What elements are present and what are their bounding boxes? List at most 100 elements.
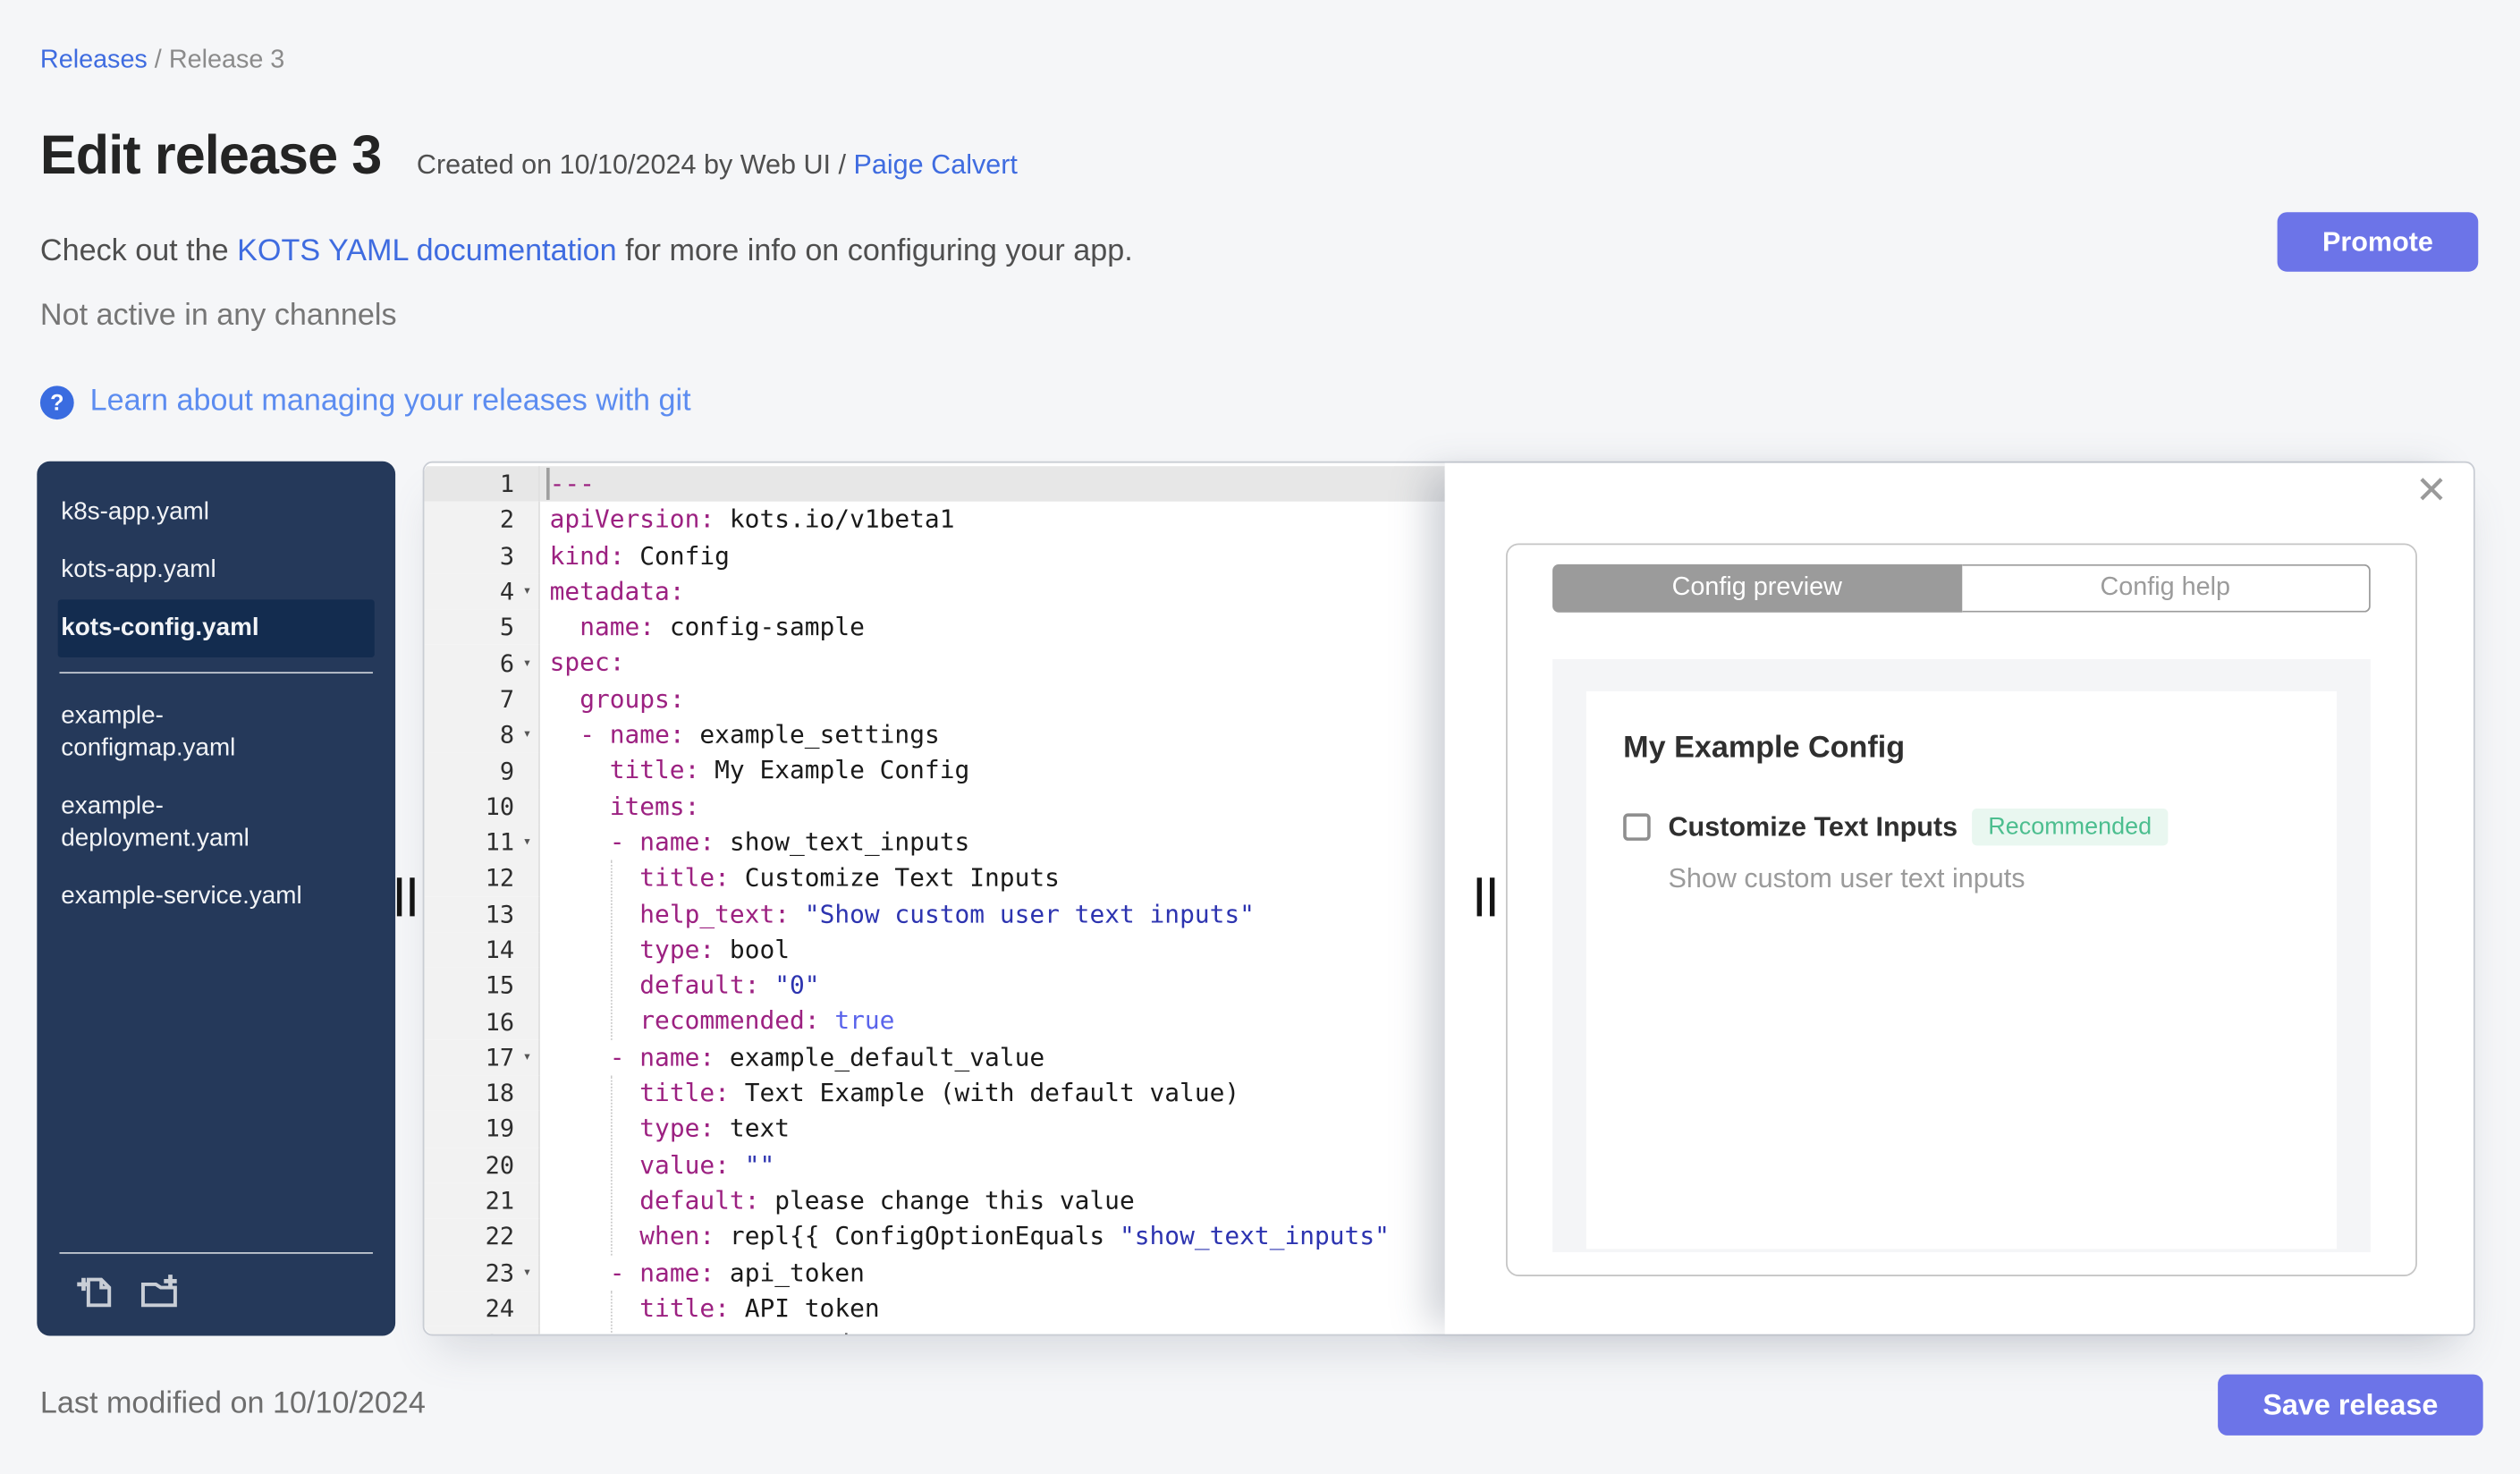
git-help-link[interactable]: Learn about managing your releases with … [90,385,691,420]
line-number[interactable]: 17 ▾ [424,1039,540,1076]
code-text[interactable]: - name: example_settings [540,717,1445,753]
code-text[interactable]: - name: example_default_value [540,1039,1445,1075]
file-item[interactable]: kots-app.yaml [58,542,375,600]
line-number[interactable]: 24▾ [424,1290,540,1326]
code-text[interactable]: default: "0" [540,968,1445,1004]
new-file-icon[interactable] [75,1272,117,1314]
save-release-button[interactable]: Save release [2218,1374,2483,1436]
line-number[interactable]: 8 ▾ [424,716,540,753]
code-text[interactable]: value: "" [540,1148,1445,1183]
code-line[interactable]: 23 ▾ - name: api_token [424,1254,1445,1291]
code-text[interactable]: metadata: [540,573,1445,609]
close-icon[interactable]: ✕ [2415,471,2448,511]
file-item[interactable]: example-service.yaml [58,868,375,926]
code-text[interactable]: - name: api_token [540,1255,1445,1291]
tab-config-help[interactable]: Config help [1961,563,2371,613]
line-number[interactable]: 19▾ [424,1111,540,1148]
line-number[interactable]: 4 ▾ [424,573,540,610]
line-number[interactable]: 15▾ [424,968,540,1004]
fold-arrow-icon[interactable]: ▾ [516,834,538,851]
line-number[interactable]: 2▾ [424,502,540,538]
fold-arrow-icon[interactable]: ▾ [516,656,538,672]
line-number[interactable]: 11 ▾ [424,824,540,860]
code-text[interactable]: recommended: true [540,1004,1445,1039]
code-text[interactable]: type: text [540,1111,1445,1147]
code-line[interactable]: 21▾ default: please change this value [424,1182,1445,1219]
code-line[interactable]: 4 ▾ metadata: [424,573,1445,610]
line-number[interactable]: 10▾ [424,788,540,825]
line-number[interactable]: 6 ▾ [424,645,540,682]
code-text[interactable]: name: config-sample [540,609,1445,645]
code-line[interactable]: 5▾ name: config-sample [424,609,1445,646]
line-number[interactable]: 23 ▾ [424,1254,540,1291]
file-item[interactable]: example-configmap.yaml [58,688,375,778]
file-item[interactable]: kots-config.yaml [57,599,375,658]
fold-arrow-icon[interactable]: ▾ [516,1049,538,1065]
file-item[interactable]: example-deployment.yaml [58,778,375,868]
line-number[interactable]: 5▾ [424,609,540,646]
code-text[interactable]: title: Text Example (with default value) [540,1075,1445,1111]
tab-config-preview[interactable]: Config preview [1552,563,1962,613]
code-line[interactable]: 8 ▾ - name: example_settings [424,716,1445,753]
code-line[interactable]: 7▾ groups: [424,681,1445,717]
code-text[interactable]: apiVersion: kots.io/v1beta1 [540,502,1445,538]
fold-arrow-icon[interactable]: ▾ [516,583,538,599]
line-number[interactable]: 1▾ [424,466,540,503]
code-line[interactable]: 3▾kind: Config [424,538,1444,574]
code-text[interactable]: type: bool [540,932,1445,968]
code-line[interactable]: 13▾ help_text: "Show custom user text in… [424,896,1445,933]
code-line[interactable]: 24▾ title: API token [424,1290,1445,1326]
kots-docs-link[interactable]: KOTS YAML documentation [237,234,617,268]
line-number[interactable]: 16▾ [424,1004,540,1040]
code-text[interactable]: when: repl{{ ConfigOptionEquals "show_te… [540,1219,1445,1255]
yaml-editor[interactable]: 1▾---2▾apiVersion: kots.io/v1beta13▾kind… [424,463,1445,1334]
line-number[interactable]: 9▾ [424,752,540,789]
code-text[interactable]: title: API token [540,1291,1445,1326]
preview-resize-handle[interactable] [1476,877,1495,917]
line-number[interactable]: 7▾ [424,681,540,717]
code-text[interactable]: - name: show_text_inputs [540,825,1445,860]
code-text[interactable]: title: My Example Config [540,753,1445,789]
sidebar-resize-handle[interactable] [396,877,415,917]
code-line[interactable]: 11 ▾ - name: show_text_inputs [424,824,1445,860]
code-line[interactable]: 1▾--- [424,466,1445,503]
code-text[interactable]: default: please change this value [540,1183,1445,1219]
line-number[interactable]: 14▾ [424,932,540,969]
code-text[interactable]: title: Customize Text Inputs [540,860,1445,896]
code-line[interactable]: 10▾ items: [424,788,1445,825]
code-text[interactable]: type: password [540,1326,1445,1334]
code-line[interactable]: 12▾ title: Customize Text Inputs [424,860,1445,897]
line-number[interactable]: 3▾ [424,538,540,574]
code-line[interactable]: 17 ▾ - name: example_default_value [424,1039,1445,1076]
code-line[interactable]: 15▾ default: "0" [424,968,1444,1004]
code-line[interactable]: 20▾ value: "" [424,1147,1445,1183]
fold-arrow-icon[interactable]: ▾ [516,727,538,743]
new-folder-icon[interactable] [139,1272,181,1314]
code-line[interactable]: 19▾ type: text [424,1111,1445,1148]
code-line[interactable]: 16▾ recommended: true [424,1004,1445,1040]
code-line[interactable]: 25▾ type: password [424,1326,1444,1334]
line-number[interactable]: 12▾ [424,860,540,897]
breadcrumb-releases-link[interactable]: Releases [40,47,148,74]
author-link[interactable]: Paige Calvert [854,149,1018,180]
checkbox[interactable] [1623,813,1651,841]
code-line[interactable]: 22▾ when: repl{{ ConfigOptionEquals "sho… [424,1218,1445,1255]
line-number[interactable]: 25▾ [424,1326,540,1334]
line-number[interactable]: 22▾ [424,1218,540,1255]
line-number[interactable]: 18▾ [424,1075,540,1112]
code-text[interactable]: groups: [540,682,1445,717]
code-line[interactable]: 9▾ title: My Example Config [424,752,1445,789]
code-line[interactable]: 14▾ type: bool [424,932,1445,969]
code-text[interactable]: items: [540,789,1445,825]
file-item[interactable]: k8s-app.yaml [58,484,375,542]
line-number[interactable]: 21▾ [424,1182,540,1219]
checkbox-label[interactable]: Customize Text Inputs [1668,811,1958,843]
code-line[interactable]: 18▾ title: Text Example (with default va… [424,1075,1445,1112]
line-number[interactable]: 13▾ [424,896,540,933]
code-line[interactable]: 6 ▾ spec: [424,645,1444,682]
code-line[interactable]: 2▾apiVersion: kots.io/v1beta1 [424,502,1444,538]
code-text[interactable]: help_text: "Show custom user text inputs… [540,896,1445,932]
code-text[interactable]: --- [539,466,1445,503]
question-mark-icon[interactable]: ? [39,385,74,419]
promote-button[interactable]: Promote [2277,212,2479,272]
